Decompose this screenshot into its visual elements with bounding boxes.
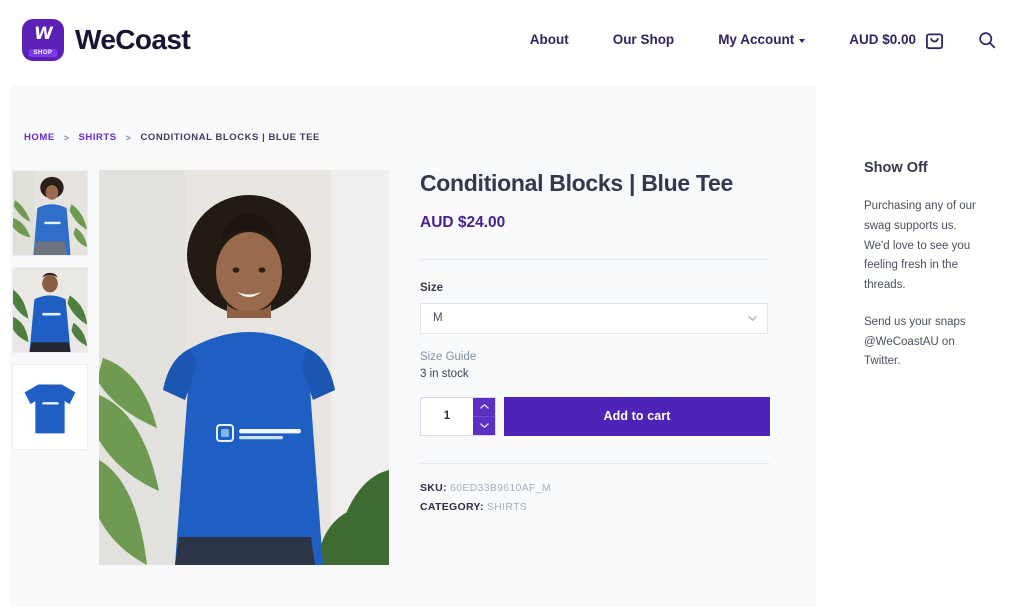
woman-blue-tee-main-icon bbox=[99, 170, 389, 565]
search-button[interactable] bbox=[962, 31, 1004, 49]
gallery-thumbnail[interactable] bbox=[12, 267, 88, 353]
brand-name: WeCoast bbox=[75, 23, 191, 55]
product-gallery bbox=[12, 170, 389, 565]
product-meta: SKU: 60ED33B9610AF_M CATEGORY: SHIRTS bbox=[420, 482, 770, 513]
size-select[interactable]: M bbox=[420, 302, 768, 334]
gallery-thumbnail[interactable] bbox=[12, 170, 88, 256]
product-summary: Conditional Blocks | Blue Tee AUD $24.00… bbox=[420, 170, 770, 520]
breadcrumb: HOME > SHIRTS > CONDITIONAL BLOCKS | BLU… bbox=[24, 132, 320, 143]
gallery-thumbnails bbox=[12, 170, 88, 565]
blue-tee-flatlay-thumb-icon bbox=[13, 365, 87, 449]
nav-item-my-account[interactable]: My Account bbox=[696, 32, 827, 47]
cart-total: AUD $0.00 bbox=[849, 32, 916, 47]
cart-button[interactable]: AUD $0.00 bbox=[827, 30, 962, 50]
main-navigation: About Our Shop My Account AUD $0.00 bbox=[508, 30, 1004, 50]
gallery-thumbnail[interactable] bbox=[12, 364, 88, 450]
product-page: W SHOP WeCoast About Our Shop My Account… bbox=[0, 0, 1024, 607]
add-to-cart-row: 1 Add to cart bbox=[420, 396, 770, 436]
chevron-down-icon bbox=[748, 315, 757, 321]
sidebar-paragraph: Send us your snaps @WeCoastAU on Twitter… bbox=[864, 315, 966, 368]
category-line: CATEGORY: SHIRTS bbox=[420, 501, 770, 513]
add-to-cart-button[interactable]: Add to cart bbox=[504, 396, 770, 436]
divider bbox=[420, 462, 770, 464]
category-value[interactable]: SHIRTS bbox=[487, 501, 527, 513]
stock-status: 3 in stock bbox=[420, 367, 469, 380]
divider bbox=[420, 258, 770, 260]
chevron-up-icon bbox=[479, 404, 489, 409]
search-icon bbox=[979, 31, 996, 48]
sku-value: 60ED33B9610AF_M bbox=[450, 481, 551, 494]
size-selected-value: M bbox=[433, 312, 443, 325]
logo-mark-icon: W SHOP bbox=[22, 18, 64, 61]
woman-blue-tee-thumb-icon bbox=[13, 171, 87, 255]
chevron-down-icon bbox=[799, 38, 806, 43]
man-blue-tee-thumb-icon bbox=[13, 268, 87, 352]
nav-label: Our Shop bbox=[612, 32, 675, 47]
size-label: Size bbox=[420, 281, 444, 294]
sidebar-widget: Show Off Purchasing any of our swag supp… bbox=[864, 160, 982, 372]
sidebar-title: Show Off bbox=[864, 160, 928, 176]
size-guide-link[interactable]: Size Guide bbox=[420, 351, 770, 363]
site-logo[interactable]: W SHOP WeCoast bbox=[22, 18, 191, 61]
site-header: W SHOP WeCoast About Our Shop My Account… bbox=[0, 0, 1024, 79]
product-main-image[interactable] bbox=[99, 170, 389, 565]
quantity-input[interactable]: 1 bbox=[421, 397, 473, 435]
quantity-decrement-button[interactable] bbox=[473, 415, 495, 435]
category-label: CATEGORY: bbox=[420, 500, 484, 513]
logo-w-glyph: W bbox=[32, 23, 54, 44]
shopping-bag-icon bbox=[925, 32, 944, 49]
quantity-stepper: 1 bbox=[420, 396, 496, 436]
breadcrumb-separator: > bbox=[125, 132, 132, 143]
product-price: AUD $24.00 bbox=[420, 213, 506, 231]
nav-label: About bbox=[529, 32, 569, 47]
size-select-wrapper: M bbox=[420, 302, 770, 334]
sku-label: SKU: bbox=[420, 481, 447, 494]
product-title: Conditional Blocks | Blue Tee bbox=[420, 170, 733, 196]
quantity-increment-button[interactable] bbox=[473, 397, 495, 416]
logo-shop-badge: SHOP bbox=[28, 48, 58, 57]
nav-label: My Account bbox=[718, 32, 795, 47]
nav-item-about[interactable]: About bbox=[508, 32, 591, 47]
chevron-down-icon bbox=[479, 423, 489, 428]
breadcrumb-home[interactable]: HOME bbox=[24, 132, 55, 143]
breadcrumb-current: CONDITIONAL BLOCKS | BLUE TEE bbox=[140, 132, 320, 143]
nav-item-our-shop[interactable]: Our Shop bbox=[591, 32, 697, 47]
quantity-buttons bbox=[473, 397, 495, 435]
sidebar-paragraph: Purchasing any of our swag supports us. … bbox=[864, 200, 976, 292]
breadcrumb-separator: > bbox=[63, 132, 70, 143]
sku-line: SKU: 60ED33B9610AF_M bbox=[420, 482, 770, 494]
breadcrumb-shirts[interactable]: SHIRTS bbox=[79, 132, 117, 143]
